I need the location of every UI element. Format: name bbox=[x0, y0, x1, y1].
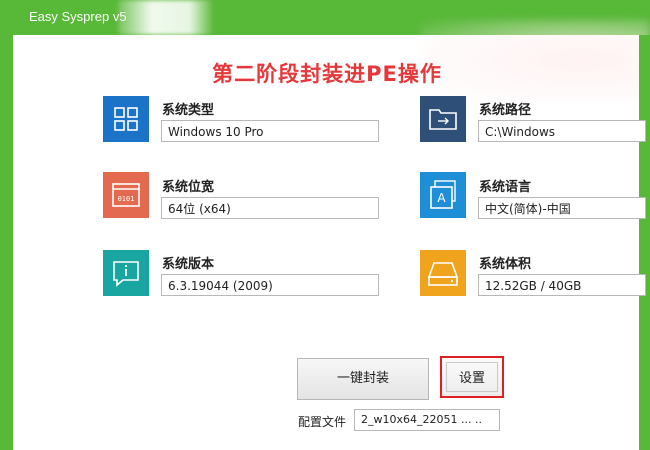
grid-icon bbox=[103, 96, 149, 142]
one-click-package-button[interactable]: 一键封装 bbox=[297, 358, 429, 400]
system-bits-field[interactable]: 64位 (x64) bbox=[161, 197, 379, 219]
system-path-field[interactable]: C:\Windows bbox=[478, 120, 646, 142]
folder-arrow-icon bbox=[420, 96, 466, 142]
system-size-field[interactable]: 12.52GB / 40GB bbox=[478, 274, 646, 296]
system-type-field[interactable]: Windows 10 Pro bbox=[161, 120, 379, 142]
info-chat-icon bbox=[103, 250, 149, 296]
system-version-label: 系统版本 bbox=[162, 257, 215, 272]
window-border-right bbox=[639, 35, 650, 450]
system-type-label: 系统类型 bbox=[162, 103, 215, 118]
disk-drive-icon bbox=[420, 250, 466, 296]
system-size-label: 系统体积 bbox=[479, 257, 532, 272]
easy-sysprep-window: Easy Sysprep v5 第二阶段封装进PE操作 系统类型 Windows… bbox=[0, 0, 650, 450]
stage-title: 第二阶段封装进PE操作 bbox=[212, 62, 442, 86]
system-path-label: 系统路径 bbox=[479, 103, 532, 118]
svg-text:A: A bbox=[437, 191, 446, 205]
settings-button[interactable]: 设置 bbox=[440, 356, 504, 398]
system-bits-label: 系统位宽 bbox=[162, 180, 215, 195]
svg-text:0101: 0101 bbox=[118, 195, 135, 203]
binary-window-icon: 0101 bbox=[103, 172, 149, 218]
settings-button-label: 设置 bbox=[458, 371, 485, 386]
system-language-label: 系统语言 bbox=[479, 180, 532, 195]
language-icon: A bbox=[420, 172, 466, 218]
config-file-label: 配置文件 bbox=[298, 415, 347, 429]
window-border-left bbox=[0, 35, 13, 450]
system-language-field[interactable]: 中文(简体)-中国 bbox=[478, 197, 646, 219]
system-version-field[interactable]: 6.3.19044 (2009) bbox=[161, 274, 379, 296]
window-title: Easy Sysprep v5 bbox=[29, 9, 127, 24]
config-file-select[interactable]: 2_w10x64_22051 ... .. bbox=[354, 409, 500, 431]
blurred-region bbox=[118, 0, 214, 35]
